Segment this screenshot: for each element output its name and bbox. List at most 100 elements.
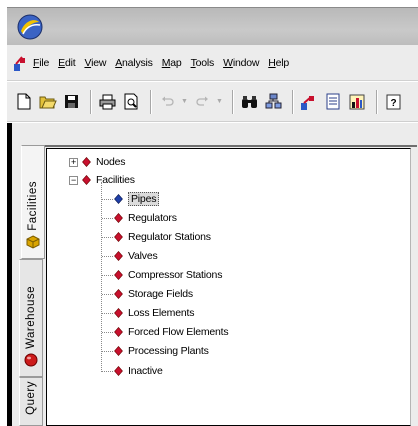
tab-facilities-label: Facilities	[27, 181, 39, 231]
warehouse-icon	[24, 353, 38, 367]
menu-help[interactable]: Help	[268, 57, 289, 69]
network-icon	[265, 93, 282, 109]
tree-node-forced-flow-elements[interactable]: Forced Flow Elements	[114, 323, 229, 341]
menu-window[interactable]: Window	[223, 57, 259, 69]
app-menu-icon[interactable]	[13, 54, 31, 72]
node-marker-icon	[114, 366, 123, 376]
side-tab-strip: Facilities Warehouse Query	[19, 145, 45, 426]
tab-warehouse-label: Warehouse	[25, 286, 37, 349]
tree-node-processing-plants[interactable]: Processing Plants	[114, 342, 209, 360]
help-icon: ?	[386, 94, 401, 109]
node-marker-icon	[114, 213, 123, 223]
toolbar: ▼ ▼ ?	[7, 82, 418, 122]
chart-button[interactable]	[347, 91, 368, 113]
tree-node-label: Inactive	[128, 365, 163, 377]
save-button[interactable]	[61, 91, 82, 113]
tree-connector	[102, 294, 113, 295]
tree-node-facilities[interactable]: − Facilities	[69, 171, 135, 189]
network-button[interactable]	[263, 91, 284, 113]
toolbar-separator	[90, 89, 92, 114]
print-preview-icon	[124, 93, 137, 110]
collapse-icon[interactable]: −	[69, 175, 78, 185]
undo-button[interactable]	[157, 91, 178, 113]
help-button[interactable]: ?	[383, 91, 404, 113]
tree-node-label: Facilities	[96, 174, 135, 186]
menu-edit[interactable]: Edit	[58, 57, 76, 69]
tab-warehouse[interactable]: Warehouse	[19, 259, 43, 377]
node-marker-icon	[114, 327, 123, 337]
find-button[interactable]	[239, 91, 260, 113]
bar-chart-icon	[349, 94, 365, 109]
tree-node-compressor-stations[interactable]: Compressor Stations	[114, 266, 222, 284]
expand-icon[interactable]: +	[69, 157, 78, 167]
facility-tree: + Nodes − Facilities Pipes Regulators Re…	[46, 148, 411, 426]
tree-node-label: Regulators	[128, 212, 177, 224]
printer-icon	[99, 94, 116, 109]
tree-node-pipes[interactable]: Pipes	[114, 190, 160, 208]
tree-connector	[102, 256, 113, 257]
node-marker-selected-icon	[114, 194, 123, 204]
tree-node-regulator-stations[interactable]: Regulator Stations	[114, 228, 211, 246]
pipeline-tool-icon	[301, 95, 315, 110]
report-button[interactable]	[323, 91, 344, 113]
node-marker-icon	[82, 175, 91, 185]
window-edge	[7, 123, 12, 426]
tree-connector	[102, 199, 113, 200]
tree-node-label: Compressor Stations	[128, 269, 223, 281]
menu-bar: File Edit View Analysis Map Tools Window…	[7, 45, 418, 81]
redo-dropdown-icon[interactable]: ▼	[216, 98, 223, 105]
tree-node-storage-fields[interactable]: Storage Fields	[114, 285, 193, 303]
facilities-cube-icon	[26, 235, 40, 249]
tree-node-inactive[interactable]: Inactive	[114, 362, 163, 380]
toolbar-separator	[231, 89, 234, 114]
tree-node-label: Nodes	[96, 156, 126, 168]
node-marker-icon	[114, 270, 123, 280]
tree-connector	[102, 275, 113, 276]
tree-node-label: Pipes	[128, 192, 160, 206]
toolbar-separator	[375, 89, 378, 114]
tree-node-label: Processing Plants	[128, 345, 209, 357]
binoculars-icon	[241, 95, 257, 108]
map-tool-button[interactable]	[299, 91, 320, 113]
tree-node-label: Loss Elements	[128, 307, 195, 319]
open-button[interactable]	[37, 91, 58, 113]
undo-dropdown-icon[interactable]: ▼	[181, 98, 188, 105]
tree-node-label: Forced Flow Elements	[128, 326, 229, 338]
open-folder-icon	[39, 96, 57, 109]
node-marker-icon	[114, 251, 123, 261]
tab-facilities[interactable]: Facilities	[21, 145, 45, 259]
menu-map[interactable]: Map	[162, 57, 182, 69]
menu-analysis[interactable]: Analysis	[115, 57, 153, 69]
tree-node-valves[interactable]: Valves	[114, 247, 158, 265]
menu-file[interactable]: File	[33, 57, 49, 69]
title-bar	[7, 7, 418, 45]
tree-node-nodes[interactable]: + Nodes	[69, 153, 126, 171]
svg-text:?: ?	[390, 98, 396, 109]
app-logo-icon	[17, 14, 43, 40]
tab-query-label: Query	[25, 381, 37, 415]
save-disk-icon	[65, 95, 78, 108]
redo-icon	[196, 96, 209, 106]
new-button[interactable]	[13, 91, 34, 113]
print-preview-button[interactable]	[121, 91, 142, 113]
toolbar-separator	[150, 89, 152, 114]
menu-view[interactable]: View	[84, 57, 106, 69]
print-button[interactable]	[97, 91, 118, 113]
tree-connector	[102, 218, 113, 219]
tree-connector	[101, 182, 102, 372]
tree-node-loss-elements[interactable]: Loss Elements	[114, 304, 194, 322]
node-marker-icon	[114, 346, 123, 356]
tree-connector	[102, 313, 113, 314]
menu-tools[interactable]: Tools	[191, 57, 215, 69]
tree-node-regulators[interactable]: Regulators	[114, 209, 177, 227]
redo-button[interactable]	[192, 91, 213, 113]
tree-node-label: Storage Fields	[128, 288, 193, 300]
new-document-icon	[17, 93, 30, 110]
content-area: Facilities Warehouse Query + Nodes − Fac…	[7, 123, 418, 426]
node-marker-icon	[82, 157, 91, 167]
tab-query[interactable]: Query	[19, 377, 43, 426]
toolbar-separator	[291, 89, 294, 114]
tree-connector	[102, 351, 113, 352]
tree-connector	[102, 237, 113, 238]
report-document-icon	[326, 93, 340, 110]
